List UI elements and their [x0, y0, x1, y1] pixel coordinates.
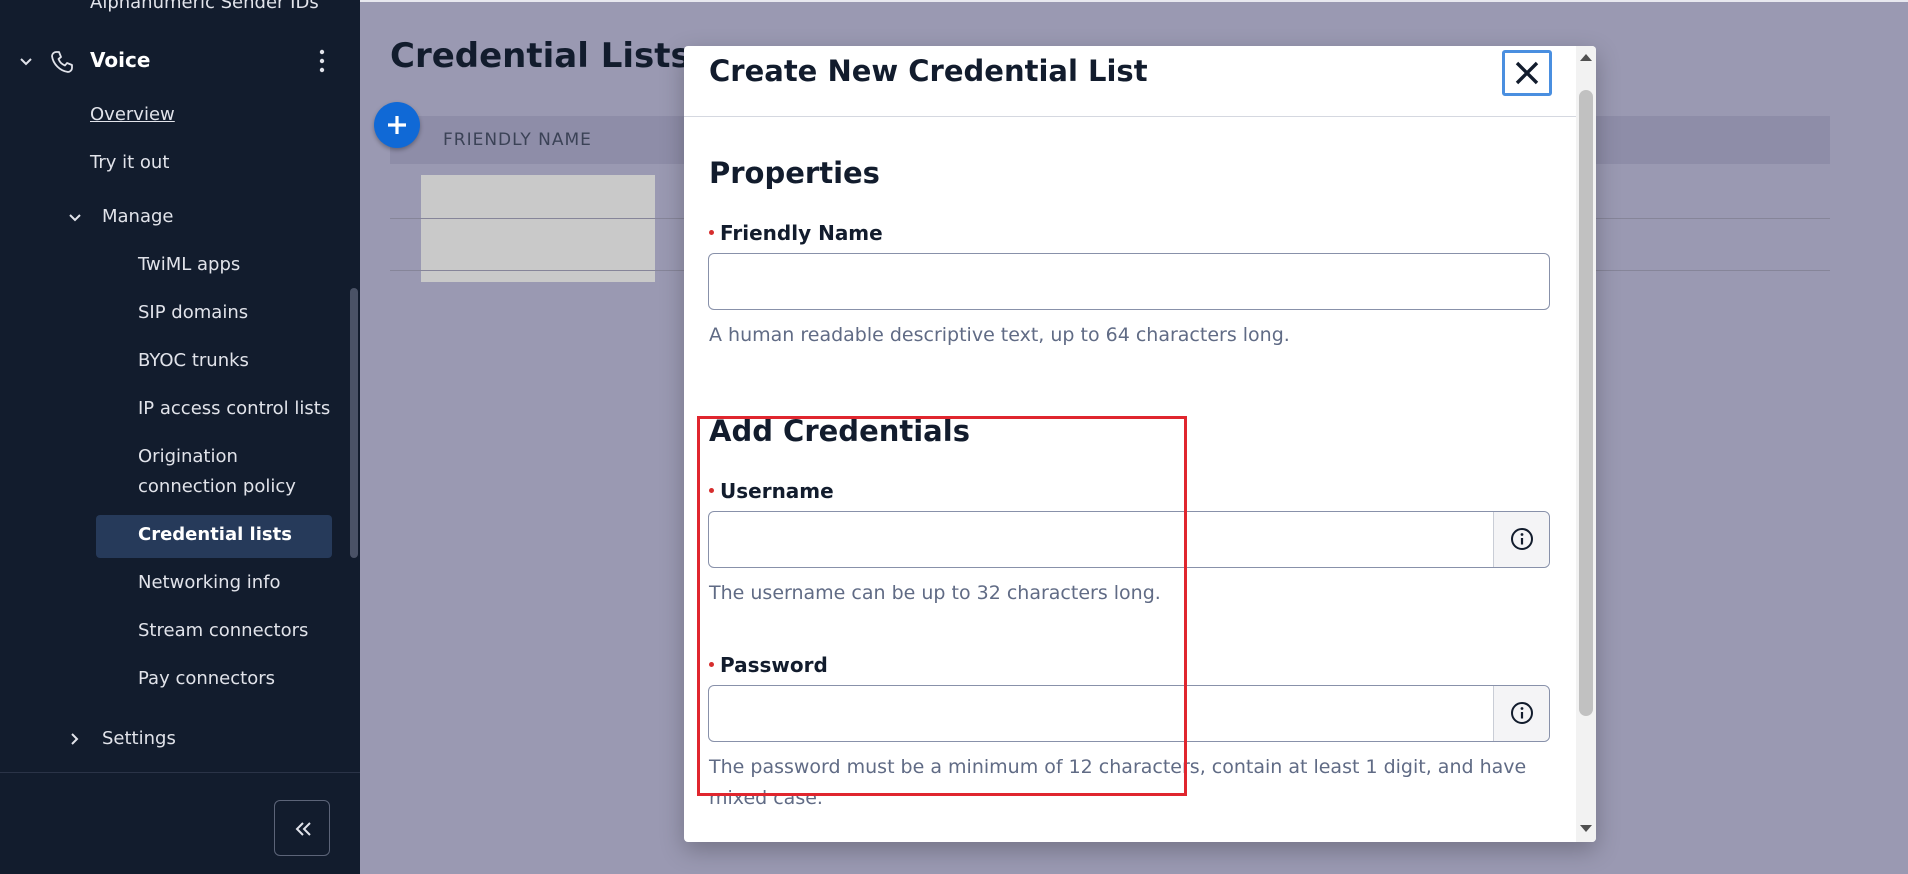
friendly-name-input[interactable] — [708, 253, 1550, 310]
sidebar-item-origination-line2[interactable]: connection policy — [138, 476, 296, 497]
sidebar-item-credential-lists[interactable]: Credential lists — [138, 524, 292, 545]
modal-scrollbar-thumb[interactable] — [1579, 90, 1593, 716]
chevron-down-icon[interactable] — [66, 209, 84, 227]
sidebar-item-ip-access-control-lists[interactable]: IP access control lists — [138, 398, 330, 419]
friendly-name-help: A human readable descriptive text, up to… — [709, 324, 1290, 346]
close-button[interactable] — [1502, 50, 1552, 96]
modal-title: Create New Credential List — [709, 54, 1148, 88]
friendly-name-label-text: Friendly Name — [720, 221, 883, 245]
add-credential-list-button[interactable] — [374, 102, 420, 148]
info-icon — [1511, 702, 1533, 724]
sidebar: Alphanumeric Sender IDs Voice Overview T… — [0, 0, 360, 874]
phone-icon — [51, 51, 73, 73]
sidebar-section-voice[interactable]: Voice — [0, 42, 360, 80]
sidebar-item-manage[interactable]: Manage — [102, 206, 174, 227]
sidebar-scrollbar[interactable] — [350, 288, 358, 558]
info-icon — [1511, 528, 1533, 550]
sidebar-divider — [0, 772, 360, 773]
required-indicator — [709, 230, 714, 235]
add-credentials-highlight — [697, 416, 1187, 796]
sidebar-item-networking-info[interactable]: Networking info — [138, 572, 280, 593]
chevron-right-icon[interactable] — [66, 730, 84, 748]
sidebar-item-try-it-out[interactable]: Try it out — [90, 152, 169, 173]
scroll-up-arrow-icon[interactable] — [1578, 50, 1594, 64]
password-info-button[interactable] — [1493, 686, 1549, 741]
close-icon — [1515, 61, 1539, 85]
chevron-down-icon[interactable] — [16, 52, 36, 72]
scroll-down-arrow-icon[interactable] — [1578, 822, 1594, 836]
friendly-name-label: Friendly Name — [709, 221, 883, 245]
collapse-sidebar-button[interactable] — [274, 800, 330, 856]
column-header-friendly-name[interactable]: FRIENDLY NAME — [443, 130, 592, 150]
sidebar-item-settings[interactable]: Settings — [102, 728, 176, 749]
sidebar-item-alphanumeric-sender-ids[interactable]: Alphanumeric Sender IDs — [90, 0, 319, 13]
collapse-left-icon — [295, 822, 311, 836]
sidebar-item-origination-line1[interactable]: Origination — [138, 446, 238, 467]
sidebar-item-sip-domains[interactable]: SIP domains — [138, 302, 248, 323]
sidebar-item-twiml-apps[interactable]: TwiML apps — [138, 254, 240, 275]
page-title: Credential Lists — [390, 36, 691, 76]
more-vertical-icon[interactable] — [312, 46, 332, 76]
create-credential-list-modal: Create New Credential List Properties Fr… — [684, 46, 1596, 842]
properties-heading: Properties — [709, 156, 880, 190]
sidebar-item-stream-connectors[interactable]: Stream connectors — [138, 620, 308, 641]
loading-placeholder — [421, 175, 655, 282]
sidebar-item-byoc-trunks[interactable]: BYOC trunks — [138, 350, 249, 371]
plus-icon — [388, 116, 406, 134]
username-info-button[interactable] — [1493, 512, 1549, 567]
sidebar-item-overview[interactable]: Overview — [90, 104, 175, 125]
sidebar-voice-label: Voice — [90, 48, 151, 72]
top-border — [360, 0, 1908, 2]
sidebar-item-pay-connectors[interactable]: Pay connectors — [138, 668, 275, 689]
modal-header-divider — [684, 116, 1576, 117]
